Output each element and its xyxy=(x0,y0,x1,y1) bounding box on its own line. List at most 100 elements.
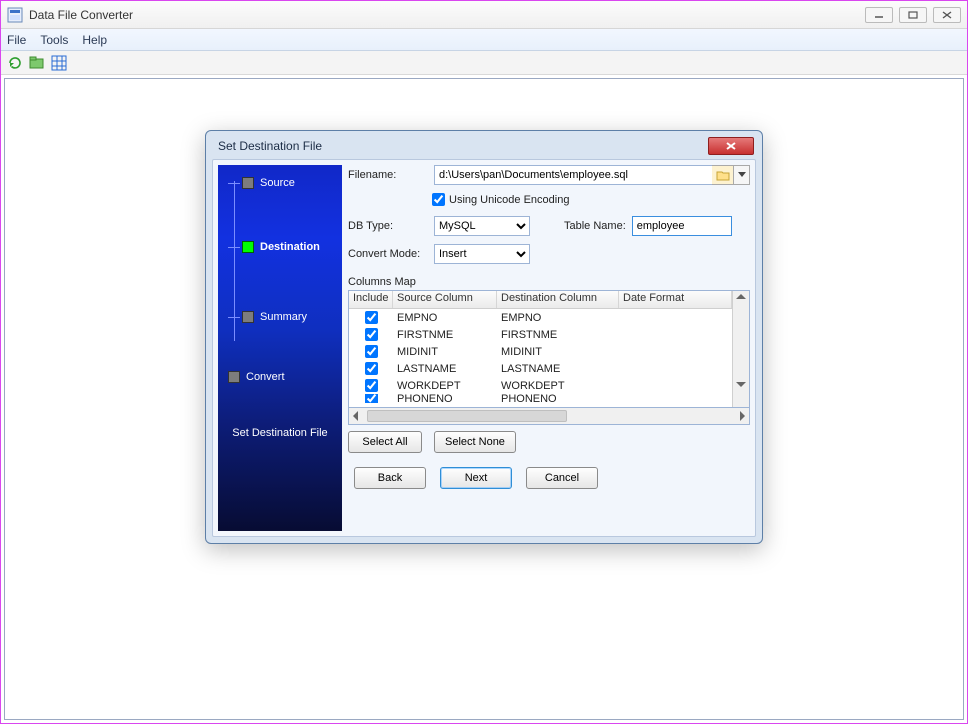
dest-cell: LASTNAME xyxy=(497,363,619,375)
source-cell: FIRSTNME xyxy=(393,329,497,341)
scroll-right-icon xyxy=(740,411,745,421)
menu-help[interactable]: Help xyxy=(82,33,107,47)
tablename-label: Table Name: xyxy=(564,220,626,232)
close-button[interactable] xyxy=(933,7,961,23)
grid-header: Include Source Column Destination Column… xyxy=(349,291,732,309)
grid-icon[interactable] xyxy=(51,55,67,71)
convertmode-label: Convert Mode: xyxy=(348,248,428,260)
unicode-label: Using Unicode Encoding xyxy=(449,194,569,206)
browse-button[interactable] xyxy=(712,165,734,185)
filename-box xyxy=(434,165,750,185)
wizard-step-label: Destination xyxy=(260,241,320,253)
wizard-step-summary[interactable]: Summary xyxy=(228,311,307,323)
select-none-button[interactable]: Select None xyxy=(434,431,516,453)
columnsmap-label: Columns Map xyxy=(348,276,750,288)
table-row[interactable]: WORKDEPTWORKDEPT xyxy=(349,377,732,394)
dest-cell: FIRSTNME xyxy=(497,329,619,341)
wizard-sidebar: Source Destination Summary Convert Set D… xyxy=(218,165,342,531)
include-checkbox[interactable] xyxy=(365,345,378,358)
menu-bar: File Tools Help xyxy=(1,29,967,51)
source-cell: WORKDEPT xyxy=(393,380,497,392)
col-datefmt-header[interactable]: Date Format xyxy=(619,291,732,308)
app-icon xyxy=(7,7,23,23)
include-checkbox[interactable] xyxy=(365,362,378,375)
table-row[interactable]: MIDINITMIDINIT xyxy=(349,343,732,360)
dialog-titlebar[interactable]: Set Destination File xyxy=(212,137,756,159)
source-cell: LASTNAME xyxy=(393,363,497,375)
include-checkbox[interactable] xyxy=(365,379,378,392)
main-titlebar: Data File Converter xyxy=(1,1,967,29)
refresh-icon[interactable] xyxy=(7,55,23,71)
nav-buttons: Back Next Cancel xyxy=(348,467,750,489)
unicode-checkbox-row: Using Unicode Encoding xyxy=(432,193,750,206)
tool-bar xyxy=(1,51,967,75)
wizard-step-source[interactable]: Source xyxy=(228,177,295,189)
wizard-caption: Set Destination File xyxy=(218,427,342,439)
vertical-scrollbar[interactable] xyxy=(732,291,749,407)
table-row[interactable]: PHONENOPHONENO xyxy=(349,394,732,403)
filename-dropdown-toggle[interactable] xyxy=(734,165,750,185)
scroll-left-icon xyxy=(353,411,358,421)
folder-open-icon xyxy=(716,169,730,181)
include-checkbox[interactable] xyxy=(365,311,378,324)
app-title: Data File Converter xyxy=(29,8,865,22)
cancel-button[interactable]: Cancel xyxy=(526,467,598,489)
grid-rows: EMPNOEMPNOFIRSTNMEFIRSTNMEMIDINITMIDINIT… xyxy=(349,309,732,403)
row-dbtype: DB Type: MySQL Table Name: xyxy=(348,216,750,236)
convertmode-select[interactable]: Insert xyxy=(434,244,530,264)
source-cell: PHONENO xyxy=(393,394,497,403)
step-marker-icon xyxy=(242,177,254,189)
dialog-close-button[interactable] xyxy=(708,137,754,155)
window-buttons xyxy=(865,7,961,23)
tablename-input[interactable] xyxy=(632,216,732,236)
dbtype-label: DB Type: xyxy=(348,220,428,232)
chevron-down-icon xyxy=(738,172,746,178)
dialog-body: Source Destination Summary Convert Set D… xyxy=(212,159,756,537)
wizard-step-label: Source xyxy=(260,177,295,189)
dest-cell: EMPNO xyxy=(497,312,619,324)
table-row[interactable]: EMPNOEMPNO xyxy=(349,309,732,326)
col-source-header[interactable]: Source Column xyxy=(393,291,497,308)
filename-input[interactable] xyxy=(434,165,712,185)
wizard-step-convert[interactable]: Convert xyxy=(228,371,285,383)
selection-buttons: Select All Select None xyxy=(348,431,750,453)
dest-cell: WORKDEPT xyxy=(497,380,619,392)
col-include-header[interactable]: Include xyxy=(349,291,393,308)
dbtype-select[interactable]: MySQL xyxy=(434,216,530,236)
columns-grid: Include Source Column Destination Column… xyxy=(348,290,750,408)
scroll-thumb[interactable] xyxy=(367,410,567,422)
wizard-step-label: Convert xyxy=(246,371,285,383)
next-button[interactable]: Next xyxy=(440,467,512,489)
dialog-set-destination: Set Destination File Source Destination … xyxy=(205,130,763,544)
menu-tools[interactable]: Tools xyxy=(40,33,68,47)
row-filename: Filename: xyxy=(348,165,750,185)
source-cell: MIDINIT xyxy=(393,346,497,358)
table-row[interactable]: LASTNAMELASTNAME xyxy=(349,360,732,377)
select-all-button[interactable]: Select All xyxy=(348,431,422,453)
back-button[interactable]: Back xyxy=(354,467,426,489)
table-row[interactable]: FIRSTNMEFIRSTNME xyxy=(349,326,732,343)
dest-cell: MIDINIT xyxy=(497,346,619,358)
menu-file[interactable]: File xyxy=(7,33,26,47)
step-marker-icon xyxy=(228,371,240,383)
include-checkbox[interactable] xyxy=(365,328,378,341)
source-cell: EMPNO xyxy=(393,312,497,324)
form-pane: Filename: Using Unicode Encoding DB Type… xyxy=(348,165,750,531)
row-convertmode: Convert Mode: Insert xyxy=(348,244,750,264)
dest-cell: PHONENO xyxy=(497,394,619,403)
dialog-title: Set Destination File xyxy=(218,139,708,153)
close-icon xyxy=(725,141,737,151)
minimize-button[interactable] xyxy=(865,7,893,23)
maximize-button[interactable] xyxy=(899,7,927,23)
wizard-step-destination[interactable]: Destination xyxy=(228,241,320,253)
horizontal-scrollbar[interactable] xyxy=(348,408,750,425)
step-marker-active-icon xyxy=(242,241,254,253)
open-icon[interactable] xyxy=(29,55,45,71)
grid-inner: Include Source Column Destination Column… xyxy=(349,291,732,407)
col-dest-header[interactable]: Destination Column xyxy=(497,291,619,308)
filename-label: Filename: xyxy=(348,169,428,181)
include-checkbox[interactable] xyxy=(365,394,378,403)
step-marker-icon xyxy=(242,311,254,323)
unicode-checkbox[interactable] xyxy=(432,193,445,206)
wizard-step-label: Summary xyxy=(260,311,307,323)
